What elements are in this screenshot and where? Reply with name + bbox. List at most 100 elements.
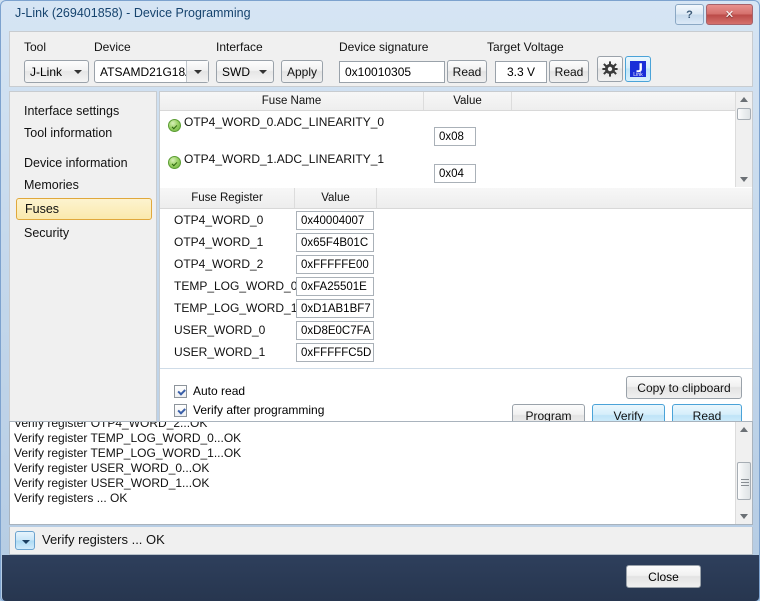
register-value-column-header: Value [295, 188, 377, 208]
device-select[interactable]: ATSAMD21G18A [94, 60, 209, 83]
jlink-button[interactable]: Link [625, 56, 651, 82]
settings-button[interactable] [597, 56, 623, 82]
gear-icon [602, 61, 618, 77]
chevron-down-icon [259, 70, 267, 74]
fuse-register-table: Fuse Register Value OTP4_WORD_0 0x400040… [160, 188, 752, 366]
device-programming-window: J-Link (269401858) - Device Programming … [0, 0, 760, 601]
sidebar-item-label: Memories [24, 178, 79, 192]
chevron-down-icon [194, 70, 202, 74]
register-value-input[interactable]: 0xD8E0C7FA [296, 321, 374, 340]
register-spacer-column-header [377, 188, 752, 208]
device-label: Device [94, 40, 131, 54]
jlink-icon: Link [630, 61, 646, 78]
interface-select-value: SWD [222, 64, 250, 79]
auto-read-label: Auto read [193, 384, 246, 398]
copy-to-clipboard-button[interactable]: Copy to clipboard [626, 376, 742, 399]
sidebar-item-label: Device information [24, 156, 128, 170]
register-value-input[interactable]: 0xFA25501E [296, 277, 374, 296]
title-bar: J-Link (269401858) - Device Programming … [1, 1, 759, 29]
interface-select[interactable]: SWD [216, 60, 274, 83]
tool-select-value: J-Link [30, 64, 63, 79]
fuse-name: OTP4_WORD_0.ADC_LINEARITY_0 [184, 115, 385, 129]
tool-label: Tool [24, 40, 47, 54]
log-line: Verify register OTP4_WORD_2...OK [14, 421, 208, 430]
read-voltage-button[interactable]: Read [549, 60, 589, 83]
register-name: USER_WORD_1 [174, 345, 266, 359]
sidebar-item-label: Security [24, 226, 70, 240]
register-value-input[interactable]: 0x40004007 [296, 211, 374, 230]
sidebar: Interface settings Tool information Devi… [9, 91, 157, 451]
scroll-down-button[interactable] [736, 172, 752, 187]
status-ok-icon [168, 156, 181, 169]
sidebar-item-memories[interactable]: Memories [16, 174, 152, 196]
log-line: Verify registers ... OK [14, 491, 128, 505]
sidebar-item-fuses[interactable]: Fuses [16, 198, 152, 220]
log-expander-button[interactable] [15, 531, 35, 550]
close-window-button[interactable]: ✕ [706, 4, 753, 25]
target-voltage-label: Target Voltage [487, 40, 564, 54]
register-name: OTP4_WORD_0 [174, 213, 264, 227]
status-ok-icon [168, 119, 181, 132]
register-value-input[interactable]: 0xFFFFFC5D [296, 343, 374, 362]
sidebar-item-label: Tool information [24, 126, 113, 140]
verify-after-programming-option[interactable]: Verify after programming [174, 403, 324, 417]
svg-text:Link: Link [633, 72, 643, 78]
device-select-value: ATSAMD21G18A [100, 64, 194, 79]
sidebar-item-security[interactable]: Security [16, 222, 152, 244]
auto-read-checkbox[interactable] [174, 384, 187, 398]
dialog-footer: Close [2, 555, 759, 601]
register-name: TEMP_LOG_WORD_1 [174, 301, 298, 315]
sidebar-item-interface-settings[interactable]: Interface settings [16, 100, 152, 122]
panel-divider [160, 368, 752, 369]
sidebar-item-label: Fuses [25, 202, 60, 216]
log-output[interactable]: Verify register OTP4_WORD_2...OK Verify … [9, 421, 753, 525]
register-value-input[interactable]: 0xFFFFFE00 [296, 255, 374, 274]
register-name: OTP4_WORD_2 [174, 257, 264, 271]
register-value-input[interactable]: 0x65F4B01C [296, 233, 374, 252]
scroll-down-button[interactable] [736, 509, 752, 524]
verify-after-programming-label: Verify after programming [193, 403, 325, 417]
fuse-list-scrollbar[interactable] [735, 92, 752, 187]
window-title: J-Link (269401858) - Device Programming [15, 6, 251, 20]
read-signature-button[interactable]: Read [447, 60, 487, 83]
register-name: OTP4_WORD_1 [174, 235, 264, 249]
register-name: USER_WORD_0 [174, 323, 266, 337]
target-voltage-field[interactable]: 3.3 V [495, 61, 547, 83]
fuse-value-column-header: Value [424, 92, 512, 110]
log-line: Verify register USER_WORD_1...OK [14, 476, 210, 490]
status-message: Verify registers ... OK [42, 532, 165, 547]
fuses-panel: Fuse Name Value OTP4_WORD_0.ADC_LINEARIT… [159, 91, 753, 451]
register-name: TEMP_LOG_WORD_0 [174, 279, 298, 293]
apply-button[interactable]: Apply [281, 60, 323, 83]
auto-read-option[interactable]: Auto read [174, 384, 245, 398]
connection-settings-group: Tool J-Link Device ATSAMD21G18A Interfac… [9, 31, 753, 87]
sidebar-item-tool-information[interactable]: Tool information [16, 122, 152, 144]
register-name-column-header: Fuse Register [160, 188, 295, 208]
tool-select[interactable]: J-Link [24, 60, 89, 83]
register-value-input[interactable]: 0xD1AB1BF7 [296, 299, 374, 318]
fuse-spacer-column-header [512, 92, 734, 110]
fuse-list-header: Fuse Name Value [160, 92, 752, 111]
scroll-up-button[interactable] [736, 92, 752, 107]
interface-label: Interface [216, 40, 263, 54]
log-line: Verify register USER_WORD_0...OK [14, 461, 210, 475]
fuse-value-input[interactable]: 0x04 [434, 164, 476, 183]
scrollbar-thumb[interactable] [737, 108, 751, 120]
log-line: Verify register TEMP_LOG_WORD_1...OK [14, 446, 242, 460]
scrollbar-thumb[interactable] [737, 462, 751, 500]
verify-after-programming-checkbox[interactable] [174, 403, 187, 417]
device-signature-label: Device signature [339, 40, 429, 54]
help-button[interactable]: ? [675, 4, 704, 25]
scroll-up-button[interactable] [736, 422, 752, 437]
sidebar-item-device-information[interactable]: Device information [16, 152, 152, 174]
fuse-name: OTP4_WORD_1.ADC_LINEARITY_1 [184, 152, 385, 166]
fuse-name-column-header: Fuse Name [160, 92, 424, 110]
log-scrollbar[interactable] [735, 422, 752, 524]
device-signature-field[interactable]: 0x10010305 [339, 61, 445, 83]
close-button[interactable]: Close [626, 565, 701, 588]
window-controls: ? ✕ [675, 4, 753, 25]
fuse-register-header: Fuse Register Value [160, 188, 752, 209]
sidebar-item-label: Interface settings [24, 104, 120, 118]
fuse-value-input[interactable]: 0x08 [434, 127, 476, 146]
chevron-down-icon [74, 70, 82, 74]
